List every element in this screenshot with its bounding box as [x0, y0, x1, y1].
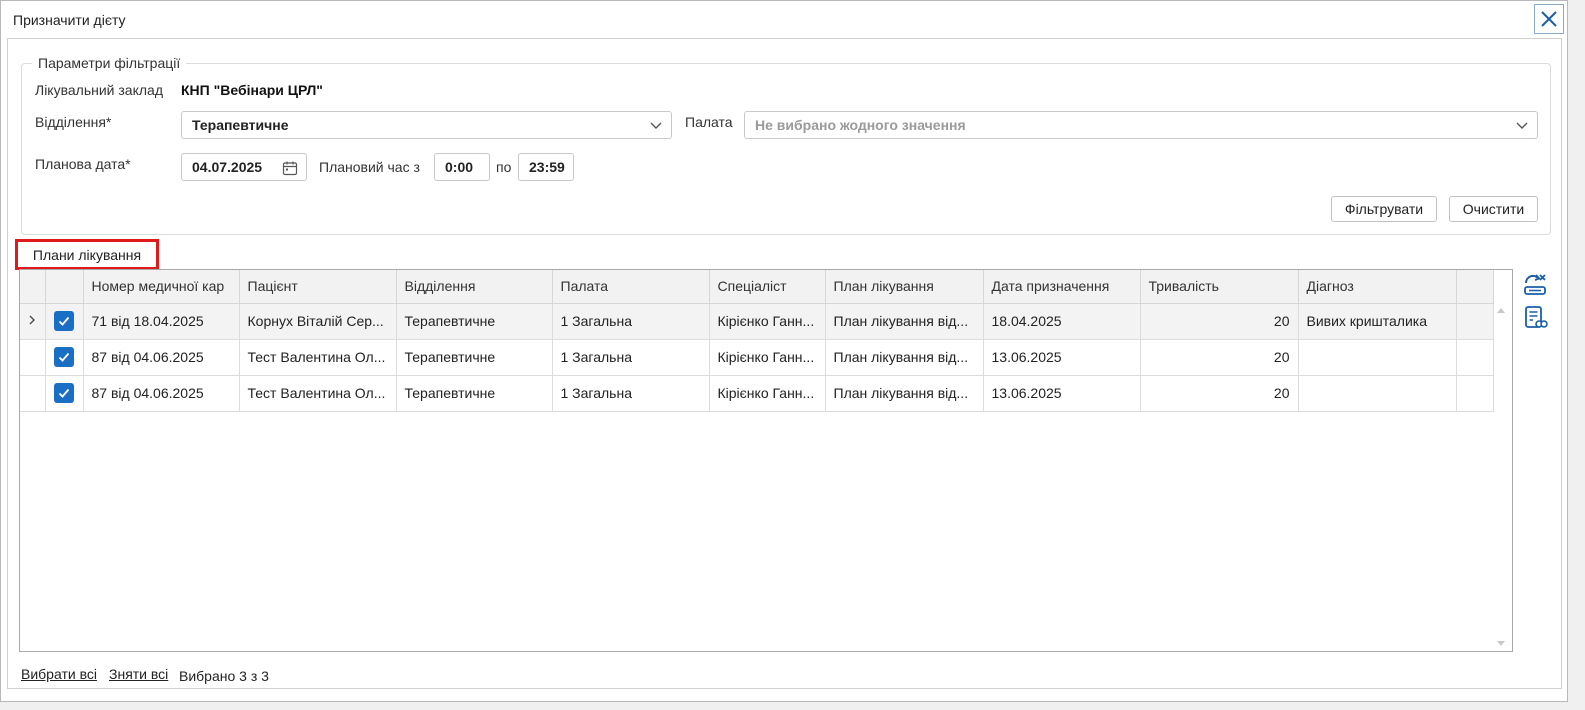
calendar-icon[interactable] [282, 160, 298, 176]
date-label: Планова дата* [35, 156, 131, 172]
scroll-up-arrow-icon[interactable] [1496, 306, 1506, 314]
row-checkbox[interactable] [45, 303, 84, 340]
cell-department: Терапевтичне [396, 303, 553, 340]
department-select-value: Терапевтичне [192, 117, 289, 133]
table-row[interactable]: 87 від 04.06.2025 Тест Валентина Ол... Т… [20, 339, 1494, 376]
cell-ward: 1 Загальна [552, 375, 710, 412]
document-search-icon [1525, 306, 1548, 328]
cell-filler [1456, 303, 1494, 340]
deselect-all-link[interactable]: Зняти всі [109, 666, 168, 682]
checkbox-checked[interactable] [54, 311, 74, 331]
cell-filler [1456, 375, 1494, 412]
filter-legend: Параметри фільтрації [32, 55, 187, 71]
date-input[interactable]: 04.07.2025 [181, 153, 307, 181]
cell-card-number: 71 від 18.04.2025 [83, 303, 240, 340]
cell-diagnosis [1298, 339, 1457, 376]
cell-plan: План лікування від... [825, 339, 984, 376]
cell-patient: Тест Валентина Ол... [239, 339, 397, 376]
chevron-down-icon [1516, 122, 1528, 129]
filter-group: Параметри фільтрації Лікувальний заклад … [21, 55, 1551, 235]
time-label: Плановий час з [319, 159, 420, 175]
check-icon [58, 388, 70, 398]
grid-table: Номер медичної кар Пацієнт Відділення Па… [20, 270, 1494, 412]
chevron-down-icon [650, 122, 662, 129]
dialog-title: Призначити дієту [13, 12, 126, 28]
scroll-down-arrow-icon[interactable] [1496, 640, 1506, 648]
table-row[interactable]: 71 від 18.04.2025 Корнух Віталій Сер... … [20, 303, 1494, 340]
selected-count: Вибрано 3 з 3 [179, 668, 269, 684]
date-input-value: 04.07.2025 [192, 159, 263, 175]
column-date[interactable]: Дата призначення [983, 270, 1141, 304]
cell-diagnosis: Вивих кришталика [1298, 303, 1457, 340]
column-card-number[interactable]: Номер медичної кар [83, 270, 240, 304]
cell-duration: 20 [1140, 375, 1299, 412]
cell-card-number: 87 від 04.06.2025 [83, 339, 240, 376]
column-patient[interactable]: Пацієнт [239, 270, 397, 304]
row-expander [20, 339, 46, 376]
column-filler [1456, 270, 1494, 304]
time-to-input[interactable]: 23:59 [518, 153, 574, 181]
close-icon [1541, 11, 1557, 27]
checkbox-checked[interactable] [54, 347, 74, 367]
column-checkbox [45, 270, 84, 304]
dialog-window: Призначити дієту Параметри фільтрації Лі… [0, 0, 1568, 702]
clear-button[interactable]: Очистити [1449, 196, 1538, 222]
cell-date: 13.06.2025 [983, 339, 1141, 376]
refresh-tools-icon [1524, 274, 1546, 295]
cell-duration: 20 [1140, 303, 1299, 340]
close-button[interactable] [1534, 4, 1564, 34]
cell-filler [1456, 339, 1494, 376]
cell-date: 18.04.2025 [983, 303, 1141, 340]
cell-ward: 1 Загальна [552, 339, 710, 376]
check-icon [58, 352, 70, 362]
row-expander[interactable] [20, 303, 46, 340]
time-from-input[interactable]: 0:00 [434, 153, 490, 181]
select-all-link[interactable]: Вибрати всі [21, 666, 97, 682]
checkbox-checked[interactable] [54, 383, 74, 403]
row-expander [20, 375, 46, 412]
cell-specialist: Кірієнко Ганн... [709, 375, 826, 412]
ward-select[interactable]: Не вибрано жодного значення [744, 111, 1538, 139]
row-checkbox[interactable] [45, 339, 84, 376]
cell-plan: План лікування від... [825, 303, 984, 340]
cell-duration: 20 [1140, 339, 1299, 376]
facility-label: Лікувальний заклад [35, 82, 163, 98]
cell-ward: 1 Загальна [552, 303, 710, 340]
refresh-tools-button[interactable] [1521, 271, 1549, 299]
column-specialist[interactable]: Спеціаліст [709, 270, 826, 304]
cell-card-number: 87 від 04.06.2025 [83, 375, 240, 412]
cell-department: Терапевтичне [396, 375, 553, 412]
chevron-right-icon [29, 315, 36, 325]
cell-date: 13.06.2025 [983, 375, 1141, 412]
column-duration[interactable]: Тривалість [1140, 270, 1299, 304]
treatment-plans-grid: Номер медичної кар Пацієнт Відділення Па… [19, 269, 1513, 652]
cell-department: Терапевтичне [396, 339, 553, 376]
time-to-label: по [496, 159, 512, 175]
tab-treatment-plans[interactable]: Плани лікування [15, 239, 159, 270]
view-document-button[interactable] [1521, 304, 1549, 332]
department-select[interactable]: Терапевтичне [181, 111, 672, 139]
cell-specialist: Кірієнко Ганн... [709, 303, 826, 340]
check-icon [58, 316, 70, 326]
cell-plan: План лікування від... [825, 375, 984, 412]
ward-select-placeholder: Не вибрано жодного значення [755, 117, 966, 133]
column-expand [20, 270, 46, 304]
ward-label: Палата [685, 114, 733, 130]
filter-button[interactable]: Фільтрувати [1331, 196, 1437, 222]
cell-patient: Корнух Віталій Сер... [239, 303, 397, 340]
grid-header-row: Номер медичної кар Пацієнт Відділення Па… [20, 270, 1494, 304]
row-checkbox[interactable] [45, 375, 84, 412]
facility-value: КНП "Вебінари ЦРЛ" [181, 82, 323, 98]
cell-patient: Тест Валентина Ол... [239, 375, 397, 412]
column-ward[interactable]: Палата [552, 270, 710, 304]
cell-specialist: Кірієнко Ганн... [709, 339, 826, 376]
table-row[interactable]: 87 від 04.06.2025 Тест Валентина Ол... Т… [20, 375, 1494, 412]
column-plan[interactable]: План лікування [825, 270, 984, 304]
department-label: Відділення* [35, 114, 112, 130]
column-diagnosis[interactable]: Діагноз [1298, 270, 1457, 304]
cell-diagnosis [1298, 375, 1457, 412]
column-department[interactable]: Відділення [396, 270, 553, 304]
